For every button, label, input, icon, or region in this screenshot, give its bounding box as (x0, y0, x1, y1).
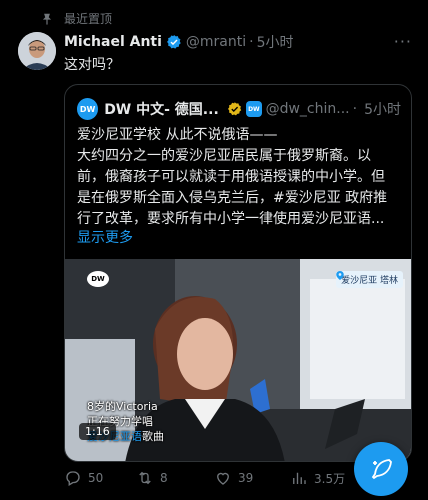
avatar-image (18, 32, 56, 70)
pin-icon (42, 13, 52, 25)
heart-icon (217, 472, 229, 485)
quoted-body-line: 大约四分之一的爱沙尼亚居民属于俄罗斯裔。以 (77, 148, 371, 164)
compose-feather-icon (371, 459, 392, 480)
verified-badge-icon (166, 35, 181, 49)
affiliation-badge-icon: DW (246, 101, 262, 117)
tweet-text: 这对吗？ (64, 57, 120, 73)
video-duration: 1:16 (79, 423, 116, 440)
author-handle[interactable]: @mranti (186, 34, 246, 50)
like-button[interactable]: 39 (214, 469, 253, 487)
views-button[interactable]: 3.5万 (290, 469, 345, 487)
reply-icon (66, 471, 80, 486)
pinned-label: 最近置顶 (64, 12, 113, 26)
quoted-tweet-header: DW DW 中文- 德国... DW @dw_chin... · 5小时 (77, 97, 401, 121)
tweet-time[interactable]: 5小时 (257, 32, 294, 52)
location-pin-icon (336, 271, 344, 280)
quoted-body-line: 爱沙尼亚学校 从此不说俄语—— (77, 127, 278, 143)
tweet-header: Michael Anti @mranti · 5小时 ··· (64, 32, 412, 52)
retweet-icon (139, 471, 151, 485)
caption-line: 8岁的Victoria (87, 400, 158, 413)
quoted-author-name[interactable]: DW 中文- 德国... (104, 99, 219, 119)
location-text: 爱沙尼亚 塔林 (341, 276, 398, 286)
views-count: 3.5万 (314, 471, 346, 486)
retweet-button[interactable]: 8 (136, 469, 168, 487)
action-bar: 50 8 39 3.5万 (64, 468, 384, 488)
views-icon (293, 472, 306, 484)
dw-avatar[interactable]: DW (77, 98, 99, 120)
location-tag: 爱沙尼亚 塔林 (336, 271, 403, 288)
video-player[interactable]: DW 爱沙尼亚 塔林 8岁的Victoria 正在努力学唱 爱沙尼亚语歌曲 1:… (65, 259, 411, 461)
show-more-link[interactable]: 显示更多 (77, 227, 133, 247)
pinned-indicator: 最近置顶 (40, 10, 112, 27)
caption-rest: 歌曲 (142, 430, 164, 443)
reply-count: 50 (88, 471, 104, 485)
compose-post-button[interactable] (354, 442, 408, 496)
quoted-tweet-time[interactable]: 5小时 (364, 99, 401, 119)
more-options-icon[interactable]: ··· (394, 32, 412, 51)
quoted-tweet[interactable]: DW DW 中文- 德国... DW @dw_chin... · 5小时 爱沙尼… (64, 84, 412, 462)
quoted-tweet-body: 爱沙尼亚学校 从此不说俄语—— 大约四分之一的爱沙尼亚居民属于俄罗斯裔。以 前，… (77, 125, 403, 230)
quoted-author-handle[interactable]: @dw_chin... (266, 101, 350, 117)
separator-dot: · (249, 34, 254, 50)
avatar[interactable] (18, 32, 56, 70)
retweet-count: 8 (160, 471, 168, 485)
gold-verified-badge-icon (227, 102, 241, 116)
quoted-body-line: 前，俄裔孩子可以就读于用俄语授课的中小学。但 (77, 169, 385, 185)
dw-watermark: DW (87, 271, 109, 287)
dw-logo-text: DW (79, 104, 96, 114)
quoted-separator-dot: · (352, 101, 358, 117)
author-name[interactable]: Michael Anti (64, 34, 162, 50)
like-count: 39 (238, 471, 254, 485)
quoted-body-line: 是在俄罗斯全面入侵乌克兰后，#爱沙尼亚 政府推 (77, 190, 388, 206)
reply-button[interactable]: 50 (64, 469, 103, 487)
